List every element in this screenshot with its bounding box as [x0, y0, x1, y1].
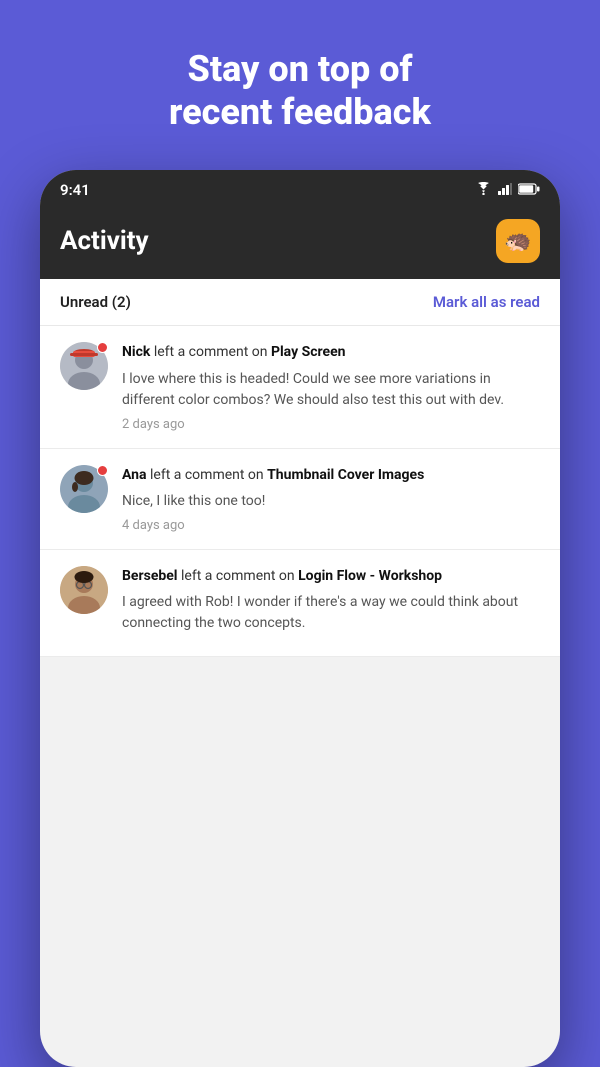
- activity-item-ana[interactable]: Ana left a comment on Thumbnail Cover Im…: [40, 449, 560, 550]
- nick-item-content: Nick left a comment on Play Screen I lov…: [122, 342, 540, 431]
- battery-icon: [518, 180, 540, 199]
- content-area: Unread (2) Mark all as read: [40, 279, 560, 657]
- ana-item-content: Ana left a comment on Thumbnail Cover Im…: [122, 465, 540, 533]
- bersebel-username: Bersebel: [122, 568, 178, 584]
- ana-username: Ana: [122, 467, 147, 483]
- nick-action: left a comment on: [154, 344, 271, 360]
- ana-action: left a comment on: [150, 467, 267, 483]
- ana-unread-dot: [97, 465, 108, 476]
- ana-item-title: Ana left a comment on Thumbnail Cover Im…: [122, 465, 540, 485]
- unread-bar: Unread (2) Mark all as read: [40, 279, 560, 326]
- hero-title: Stay on top ofrecent feedback: [109, 0, 491, 170]
- bersebel-item-content: Bersebel left a comment on Login Flow - …: [122, 566, 540, 640]
- nick-item-title: Nick left a comment on Play Screen: [122, 342, 540, 362]
- nick-username: Nick: [122, 344, 150, 360]
- bersebel-action: left a comment on: [181, 568, 298, 584]
- status-icons: [475, 180, 540, 199]
- ana-body: Nice, I like this one too!: [122, 491, 540, 512]
- hero-section: Stay on top ofrecent feedback: [109, 0, 491, 170]
- app-title: Activity: [60, 226, 149, 256]
- nick-time: 2 days ago: [122, 417, 540, 432]
- nick-body: I love where this is headed! Could we se…: [122, 369, 540, 411]
- wifi-icon: [475, 180, 492, 199]
- bersebel-avatar-wrap: [60, 566, 108, 614]
- bersebel-screen: Login Flow - Workshop: [298, 568, 442, 584]
- ana-time: 4 days ago: [122, 518, 540, 533]
- user-avatar-emoji: 🦔: [504, 229, 531, 254]
- bersebel-avatar: [60, 566, 108, 614]
- unread-label: Unread (2): [60, 293, 131, 311]
- activity-item-nick[interactable]: Nick left a comment on Play Screen I lov…: [40, 326, 560, 448]
- status-bar: 9:41: [40, 170, 560, 207]
- status-time: 9:41: [60, 181, 90, 199]
- user-avatar-badge[interactable]: 🦔: [496, 219, 540, 263]
- ana-avatar-wrap: [60, 465, 108, 513]
- phone-frame: 9:41: [40, 170, 560, 1067]
- app-header: Activity 🦔: [40, 207, 560, 279]
- nick-avatar-wrap: [60, 342, 108, 390]
- ana-screen: Thumbnail Cover Images: [267, 467, 424, 483]
- mark-all-read-button[interactable]: Mark all as read: [433, 293, 540, 311]
- bersebel-item-title: Bersebel left a comment on Login Flow - …: [122, 566, 540, 586]
- activity-item-bersebel[interactable]: Bersebel left a comment on Login Flow - …: [40, 550, 560, 657]
- signal-icon: [498, 180, 512, 199]
- nick-unread-dot: [97, 342, 108, 353]
- nick-screen: Play Screen: [271, 344, 346, 360]
- bersebel-body: I agreed with Rob! I wonder if there's a…: [122, 592, 540, 634]
